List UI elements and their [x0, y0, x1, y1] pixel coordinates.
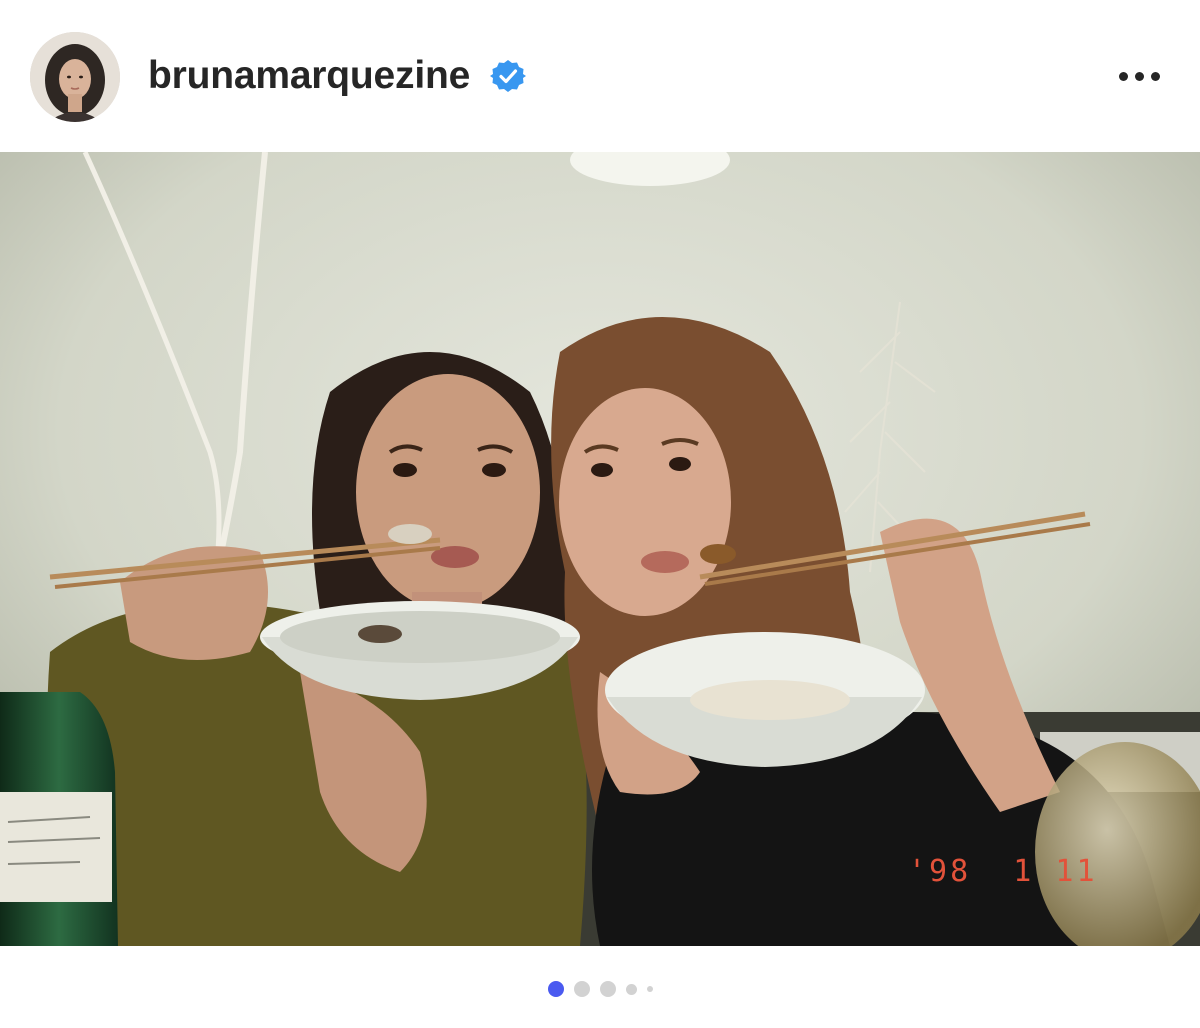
photo-date-stamp: '98 1 11 — [908, 854, 1098, 889]
profile-avatar[interactable] — [30, 32, 120, 122]
more-options-icon[interactable] — [1108, 58, 1170, 94]
more-dot — [1134, 71, 1144, 81]
carousel-dot-3[interactable] — [599, 981, 616, 997]
post-photo[interactable]: '98 1 11 — [0, 152, 1200, 946]
more-dot — [1150, 71, 1160, 81]
post-header: brunamarquezine — [0, 0, 1200, 152]
carousel-dot-5[interactable] — [646, 986, 653, 992]
carousel-dot-2[interactable] — [573, 981, 590, 997]
carousel-indicator — [0, 976, 1200, 1002]
verified-badge-icon — [490, 60, 526, 92]
more-dot — [1118, 71, 1128, 81]
carousel-dot-1[interactable] — [547, 981, 564, 997]
photo-illustration — [0, 152, 1200, 946]
username[interactable]: brunamarquezine — [148, 54, 470, 98]
carousel-dot-4[interactable] — [625, 983, 637, 995]
avatar-image — [30, 32, 120, 122]
